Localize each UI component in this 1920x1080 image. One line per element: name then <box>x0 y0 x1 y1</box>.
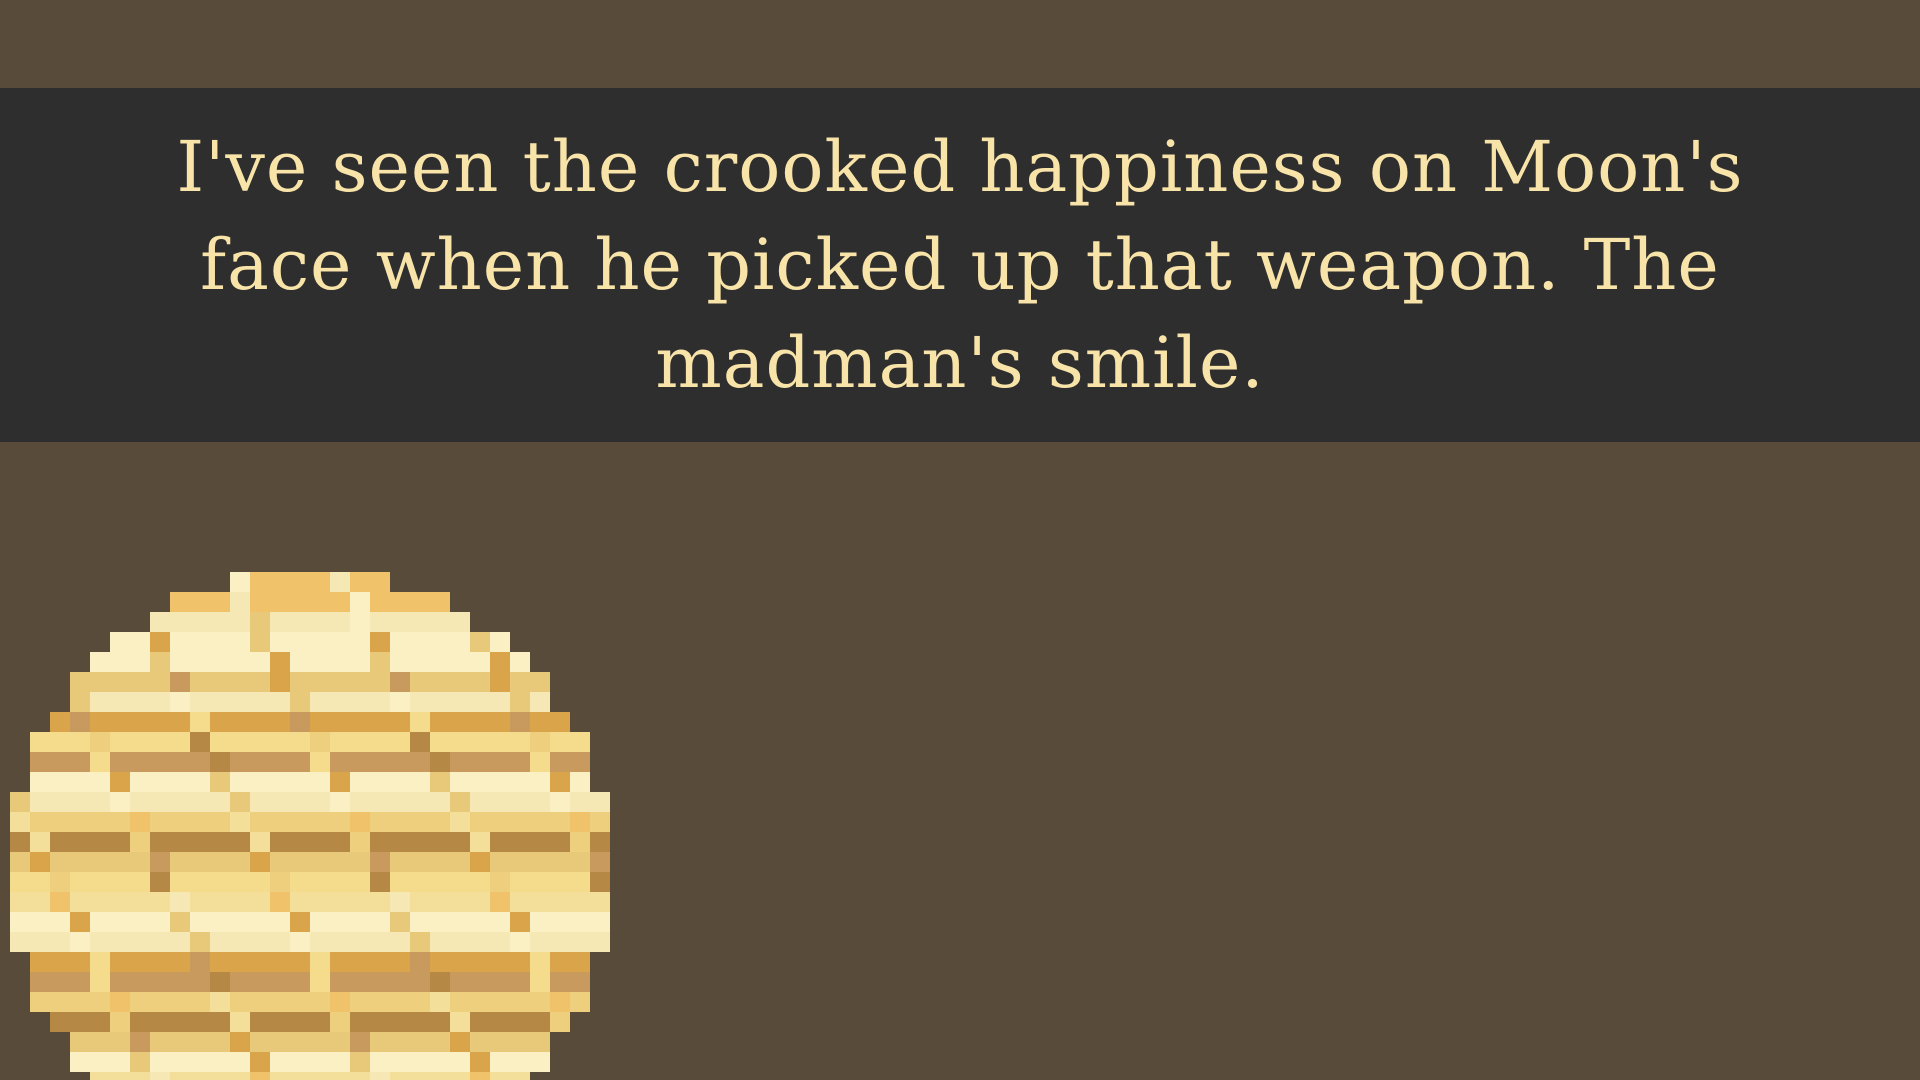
pixel-planet-icon <box>10 572 610 1080</box>
planet-sprite <box>0 532 624 1080</box>
dialogue-text: I've seen the crooked happiness on Moon'… <box>176 126 1744 404</box>
dialogue-box: I've seen the crooked happiness on Moon'… <box>0 88 1920 442</box>
